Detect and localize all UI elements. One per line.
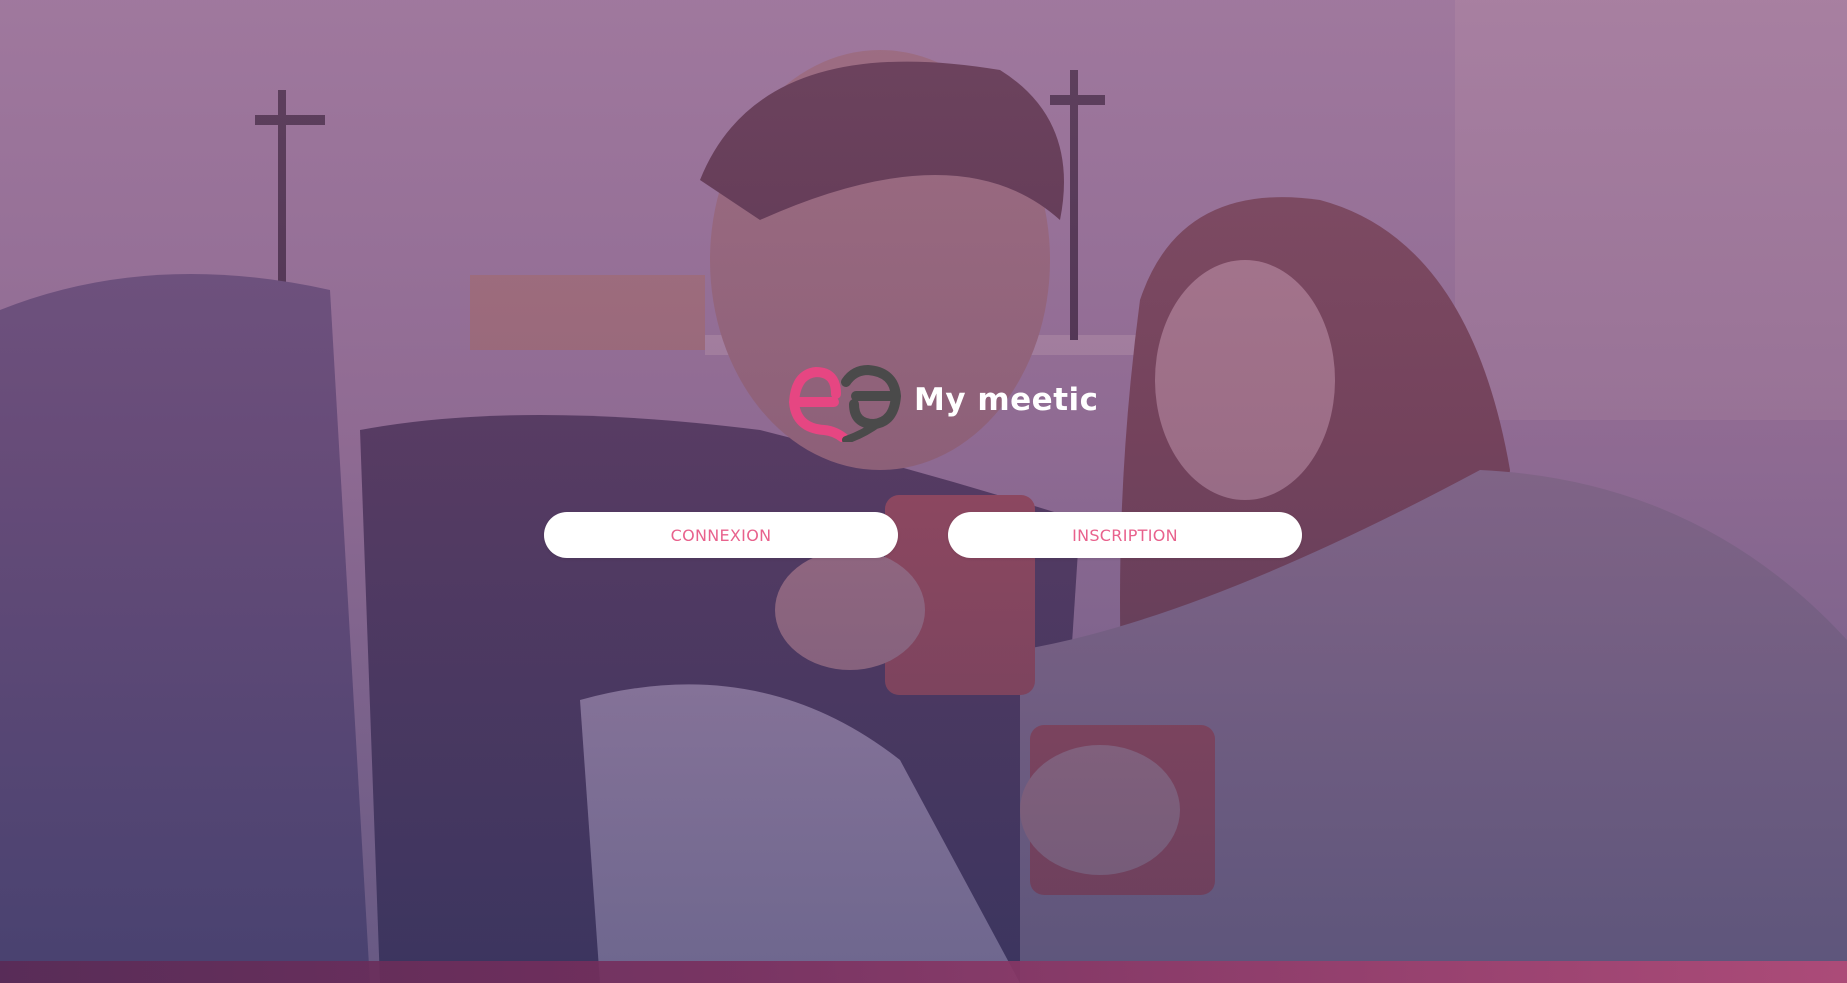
brand-name: My meetic bbox=[914, 382, 1099, 418]
color-overlay bbox=[0, 0, 1847, 983]
signup-button[interactable]: INSCRIPTION bbox=[948, 512, 1302, 558]
brand: My meetic bbox=[784, 358, 1099, 442]
landing-page: My meetic CONNEXION INSCRIPTION bbox=[0, 0, 1847, 983]
login-button[interactable]: CONNEXION bbox=[544, 512, 898, 558]
meetic-heart-logo-icon bbox=[789, 365, 901, 442]
bottom-strip bbox=[0, 961, 1847, 983]
